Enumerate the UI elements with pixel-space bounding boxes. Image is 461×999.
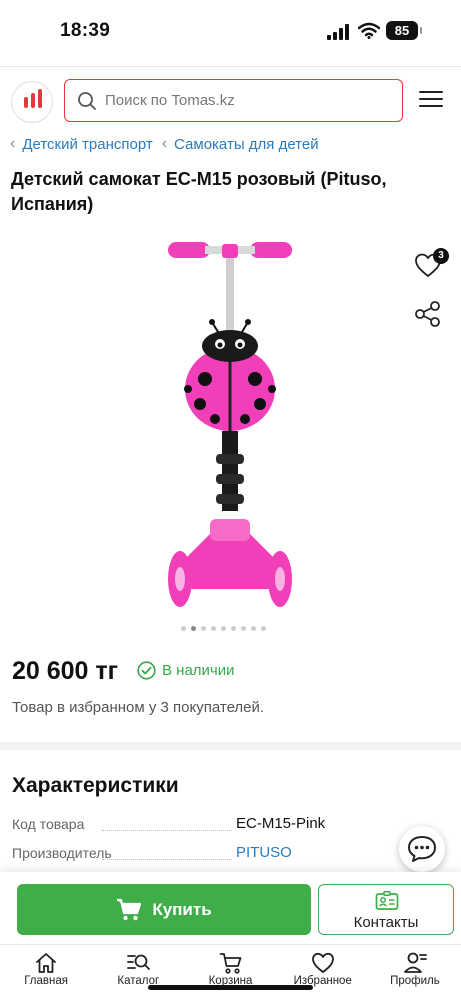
battery-tip <box>420 27 422 34</box>
section-divider <box>0 742 461 750</box>
contact-card-icon <box>375 891 399 910</box>
availability-text: В наличии <box>162 662 235 679</box>
nav-item-home[interactable]: Главная <box>0 945 92 999</box>
gallery-dot[interactable] <box>201 626 206 631</box>
search-icon <box>78 92 96 110</box>
chat-button[interactable] <box>399 826 445 872</box>
status-bar: 18:39 85 <box>0 0 461 64</box>
gallery-dot[interactable] <box>261 626 266 631</box>
cart-icon <box>219 953 241 974</box>
spec-label: Производитель <box>12 845 112 861</box>
check-circle-icon <box>137 661 156 680</box>
manufacturer-link[interactable]: PITUSO <box>236 844 292 861</box>
breadcrumb-link-kids-scooters[interactable]: Самокаты для детей <box>174 136 319 153</box>
chat-bubble-icon <box>408 836 436 862</box>
nav-label: Профиль <box>390 975 440 987</box>
logo-bar <box>24 97 28 108</box>
gallery-dot[interactable] <box>191 626 196 631</box>
search-box[interactable] <box>64 79 403 122</box>
catalog-search-icon <box>127 954 151 970</box>
contacts-button-label: Контакты <box>353 914 419 931</box>
search-input[interactable] <box>105 80 395 120</box>
wifi-icon <box>358 22 380 39</box>
tomas-logo[interactable] <box>11 81 53 123</box>
gallery-dot[interactable] <box>251 626 256 631</box>
availability-status: В наличии <box>137 661 235 680</box>
buy-button-label: Купить <box>152 899 212 919</box>
share-icon[interactable] <box>414 300 442 328</box>
battery-icon: 85 <box>386 21 418 40</box>
specs-title: Характеристики <box>12 774 179 797</box>
logo-bar <box>31 93 35 108</box>
cellular-signal-icon <box>327 24 349 40</box>
spec-row: Код товара EC-M15-Pink <box>12 815 362 836</box>
product-image[interactable] <box>150 234 420 614</box>
home-indicator <box>148 985 313 990</box>
breadcrumb: ‹ Детский транспорт ‹ Самокаты для детей <box>10 135 328 153</box>
gallery-pagination[interactable] <box>181 626 266 631</box>
gallery-dot[interactable] <box>221 626 226 631</box>
chevron-left-icon: ‹ <box>10 135 16 152</box>
product-price: 20 600 тг <box>12 657 119 685</box>
nav-item-catalog[interactable]: Каталог <box>92 945 184 999</box>
spec-dots <box>102 859 232 860</box>
buy-button[interactable]: Купить <box>17 884 311 935</box>
site-header <box>0 66 461 130</box>
spec-row: Производитель PITUSO <box>12 844 362 865</box>
breadcrumb-link-kids-transport[interactable]: Детский транспорт <box>22 136 152 153</box>
nav-item-profile[interactable]: Профиль <box>369 945 461 999</box>
favorites-count-badge: 3 <box>433 248 449 264</box>
nav-label: Главная <box>24 975 68 987</box>
favorites-note: Товар в избранном у 3 покупателей. <box>12 699 265 716</box>
spec-value: EC-M15-Pink <box>236 815 326 832</box>
home-icon <box>36 953 56 973</box>
profile-icon <box>404 952 427 973</box>
hamburger-menu-icon[interactable] <box>419 91 443 109</box>
product-title: Детский самокат EC-M15 розовый (Pituso, … <box>11 169 387 214</box>
cart-icon <box>117 898 142 920</box>
nav-item-favorites[interactable]: Избранное <box>277 945 369 999</box>
gallery-dot[interactable] <box>211 626 216 631</box>
spec-label: Код товара <box>12 816 85 832</box>
spec-dots <box>102 830 232 831</box>
nav-item-cart[interactable]: Корзина <box>184 945 276 999</box>
gallery-dot[interactable] <box>231 626 236 631</box>
gallery-dot[interactable] <box>241 626 246 631</box>
gallery-dot[interactable] <box>181 626 186 631</box>
purchase-action-bar: Купить Контакты <box>0 872 461 944</box>
bottom-navigation: Главная Каталог Корзина Избранное Профил… <box>0 944 461 999</box>
heart-icon <box>311 952 334 974</box>
status-time: 18:39 <box>60 20 111 41</box>
chevron-left-icon: ‹ <box>161 135 168 152</box>
logo-bar <box>38 89 42 108</box>
contacts-button[interactable]: Контакты <box>318 884 454 935</box>
